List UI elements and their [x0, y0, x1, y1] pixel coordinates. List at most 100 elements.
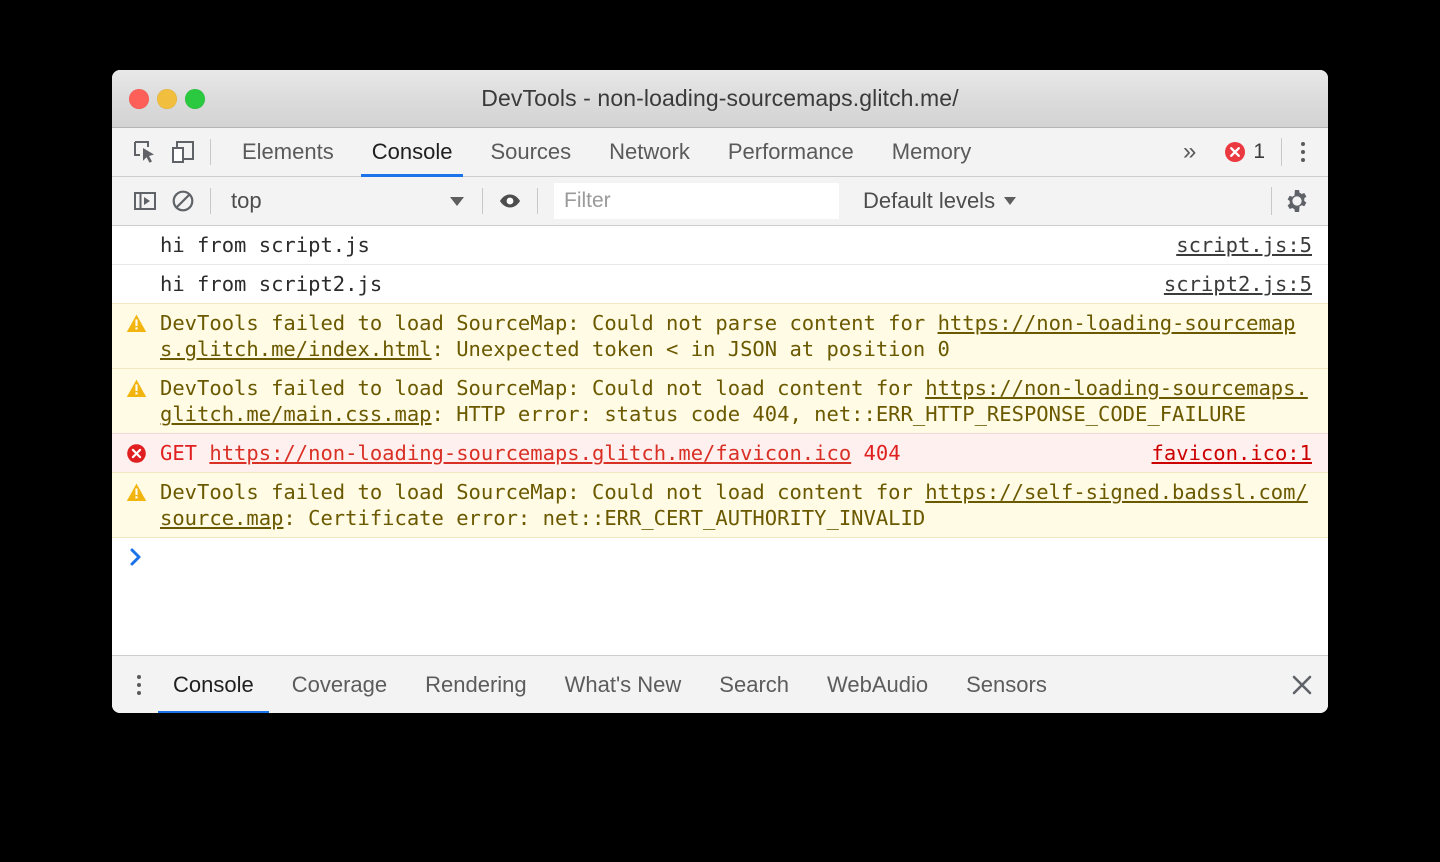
- execution-context-selector[interactable]: top: [219, 183, 474, 219]
- toolbar-divider: [210, 139, 211, 165]
- message-text: DevTools failed to load SourceMap: Could…: [160, 479, 1328, 531]
- drawer-tab-label: What's New: [565, 672, 682, 698]
- drawer-tabbar: Console Coverage Rendering What's New Se…: [112, 655, 1328, 713]
- toolbar-divider: [1281, 138, 1282, 166]
- drawer-tab-coverage[interactable]: Coverage: [273, 656, 406, 714]
- tab-label: Performance: [728, 139, 854, 165]
- device-toolbar-icon[interactable]: [164, 133, 202, 171]
- console-message-log[interactable]: hi from script2.js script2.js:5: [112, 265, 1328, 304]
- drawer-tab-whats-new[interactable]: What's New: [546, 656, 701, 714]
- message-text: DevTools failed to load SourceMap: Could…: [160, 310, 1328, 362]
- message-gutter: [112, 232, 160, 235]
- console-message-log[interactable]: hi from script.js script.js:5: [112, 226, 1328, 265]
- log-levels-selector[interactable]: Default levels: [851, 183, 1028, 219]
- drawer-menu-icon[interactable]: [124, 666, 154, 704]
- drawer-tab-label: WebAudio: [827, 672, 928, 698]
- tab-network[interactable]: Network: [590, 128, 709, 177]
- live-expression-icon[interactable]: [491, 182, 529, 220]
- tab-label: Sources: [490, 139, 571, 165]
- window-traffic-lights: [129, 70, 205, 127]
- panel-tabbar: Elements Console Sources Network Perform…: [112, 128, 1328, 177]
- console-message-list[interactable]: hi from script.js script.js:5 hi from sc…: [112, 226, 1328, 631]
- tab-memory[interactable]: Memory: [873, 128, 990, 177]
- chevron-down-icon: [450, 197, 464, 206]
- toolbar-divider: [537, 188, 538, 214]
- message-gutter: [112, 310, 160, 334]
- error-count: 1: [1253, 140, 1265, 164]
- drawer-tab-search[interactable]: Search: [700, 656, 808, 714]
- log-levels-label: Default levels: [863, 188, 995, 214]
- tab-sources[interactable]: Sources: [471, 128, 590, 177]
- tab-elements[interactable]: Elements: [223, 128, 353, 177]
- message-text: hi from script2.js: [160, 271, 1328, 297]
- message-part: DevTools failed to load SourceMap: Could…: [160, 376, 925, 400]
- message-gutter: [112, 375, 160, 399]
- minimize-window-button[interactable]: [157, 89, 177, 109]
- error-circle-icon: [1224, 141, 1246, 163]
- main-menu-icon[interactable]: [1288, 133, 1318, 171]
- message-part: DevTools failed to load SourceMap: Could…: [160, 480, 925, 504]
- settings-gear-icon[interactable]: [1278, 182, 1316, 220]
- message-part: GET: [160, 441, 209, 465]
- drawer-tabs: Console Coverage Rendering What's New Se…: [154, 656, 1066, 714]
- drawer-tab-label: Search: [719, 672, 789, 698]
- message-gutter: [112, 271, 160, 274]
- drawer-tab-sensors[interactable]: Sensors: [947, 656, 1066, 714]
- message-part: : Unexpected token < in JSON at position…: [432, 337, 950, 361]
- panel-tabbar-right: » 1: [1171, 128, 1328, 177]
- drawer-tab-label: Console: [173, 672, 254, 698]
- message-text: hi from script.js: [160, 232, 1328, 258]
- drawer-tab-webaudio[interactable]: WebAudio: [808, 656, 947, 714]
- drawer-tab-rendering[interactable]: Rendering: [406, 656, 546, 714]
- console-filter-input[interactable]: [554, 183, 839, 219]
- close-icon[interactable]: [1276, 656, 1328, 714]
- drawer-tab-label: Rendering: [425, 672, 527, 698]
- window-titlebar: DevTools - non-loading-sourcemaps.glitch…: [112, 70, 1328, 128]
- message-part: : HTTP error: status code 404, net::ERR_…: [432, 402, 1247, 426]
- message-source-link[interactable]: script2.js:5: [1164, 271, 1312, 297]
- close-window-button[interactable]: [129, 89, 149, 109]
- panel-tabs: Elements Console Sources Network Perform…: [223, 128, 990, 177]
- devtools-window: DevTools - non-loading-sourcemaps.glitch…: [112, 70, 1328, 713]
- drawer-tab-console[interactable]: Console: [154, 656, 273, 714]
- console-message-error[interactable]: GET https://non-loading-sourcemaps.glitc…: [112, 433, 1328, 473]
- warning-triangle-icon: [126, 378, 147, 399]
- execution-context-label: top: [231, 188, 450, 214]
- tab-label: Elements: [242, 139, 334, 165]
- toolbar-divider: [482, 188, 483, 214]
- prompt-gutter: [112, 544, 160, 568]
- console-message-warning[interactable]: DevTools failed to load SourceMap: Could…: [112, 472, 1328, 538]
- message-part: : Certificate error: net::ERR_CERT_AUTHO…: [283, 506, 925, 530]
- message-text: DevTools failed to load SourceMap: Could…: [160, 375, 1328, 427]
- console-message-warning[interactable]: DevTools failed to load SourceMap: Could…: [112, 303, 1328, 369]
- chevron-down-icon: [1004, 197, 1016, 205]
- message-gutter: [112, 440, 160, 464]
- console-prompt-row[interactable]: [112, 538, 1328, 580]
- tab-console[interactable]: Console: [353, 128, 472, 177]
- tab-label: Network: [609, 139, 690, 165]
- inspect-element-icon[interactable]: [126, 133, 164, 171]
- maximize-window-button[interactable]: [185, 89, 205, 109]
- tab-performance[interactable]: Performance: [709, 128, 873, 177]
- message-url-link[interactable]: https://non-loading-sourcemaps.glitch.me…: [209, 441, 851, 465]
- drawer-tab-label: Coverage: [292, 672, 387, 698]
- warning-triangle-icon: [126, 313, 147, 334]
- message-part: 404: [851, 441, 900, 465]
- error-count-badge[interactable]: 1: [1208, 140, 1275, 164]
- message-source-link[interactable]: favicon.ico:1: [1152, 440, 1312, 466]
- more-tabs-chevron-icon[interactable]: »: [1171, 140, 1208, 164]
- drawer-tab-label: Sensors: [966, 672, 1047, 698]
- console-sidebar-icon[interactable]: [126, 182, 164, 220]
- toolbar-divider: [210, 188, 211, 214]
- message-gutter: [112, 479, 160, 503]
- console-message-warning[interactable]: DevTools failed to load SourceMap: Could…: [112, 368, 1328, 434]
- prompt-chevron-icon: [127, 546, 145, 568]
- console-toolbar: top Default levels: [112, 177, 1328, 226]
- clear-console-icon[interactable]: [164, 182, 202, 220]
- tab-label: Memory: [892, 139, 971, 165]
- message-source-link[interactable]: script.js:5: [1176, 232, 1312, 258]
- window-title: DevTools - non-loading-sourcemaps.glitch…: [481, 85, 958, 112]
- error-circle-icon: [126, 443, 147, 464]
- message-part: DevTools failed to load SourceMap: Could…: [160, 311, 938, 335]
- warning-triangle-icon: [126, 482, 147, 503]
